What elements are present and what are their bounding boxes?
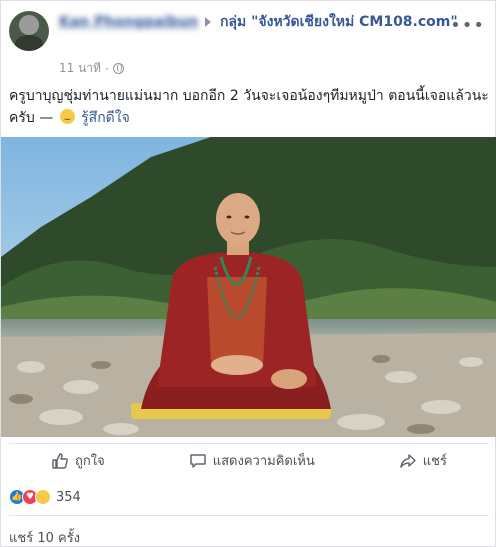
group-name[interactable]: กลุ่ม "จังหวัดเชียงใหม่ CM108.com"	[220, 14, 458, 30]
post-title-line: Kan Phongpaibun กลุ่ม "จังหวัดเชียงใหม่ …	[59, 11, 469, 33]
globe-icon[interactable]	[112, 63, 124, 74]
haha-reaction-icon	[35, 489, 51, 505]
comment-icon	[189, 453, 206, 468]
post-text: ครูบาบุญชุ่มท่านายแม่นมาก บอกอีก 2 วันจะ…	[9, 85, 489, 129]
author-name[interactable]: Kan Phongpaibun	[59, 11, 198, 33]
author-avatar[interactable]	[9, 11, 49, 51]
post-meta: 11 นาที ·	[59, 59, 124, 78]
reactions-summary[interactable]: 👍 ♥ 354	[9, 487, 81, 507]
more-options-icon[interactable]: •••	[450, 15, 485, 36]
divider	[9, 515, 489, 516]
shares-count[interactable]: แชร์ 10 ครั้ง	[9, 527, 80, 547]
comment-label: แสดงความคิดเห็น	[212, 454, 315, 469]
post-photo[interactable]	[1, 137, 496, 437]
post-timestamp[interactable]: 11 นาที	[59, 59, 101, 78]
facebook-post: Kan Phongpaibun กลุ่ม "จังหวัดเชียงใหม่ …	[0, 0, 496, 547]
thumbs-up-icon	[52, 452, 68, 469]
meta-separator: ·	[104, 61, 109, 76]
like-button[interactable]: ถูกใจ	[51, 450, 105, 471]
smile-emoji-icon	[59, 109, 75, 124]
arrow-right-icon	[205, 17, 212, 27]
like-label: ถูกใจ	[75, 454, 105, 469]
post-header: Kan Phongpaibun กลุ่ม "จังหวัดเชียงใหม่ …	[9, 7, 489, 83]
post-actions: ถูกใจ แสดงความคิดเห็น แชร์	[9, 443, 489, 477]
share-label: แชร์	[422, 454, 447, 469]
feeling-label[interactable]: รู้สึกดีใจ	[81, 110, 130, 126]
comment-button[interactable]: แสดงความคิดเห็น	[189, 450, 315, 471]
monk-photo-illustration	[1, 137, 496, 437]
share-arrow-icon	[400, 453, 416, 468]
reactions-count[interactable]: 354	[56, 490, 81, 505]
share-button[interactable]: แชร์	[399, 450, 447, 471]
